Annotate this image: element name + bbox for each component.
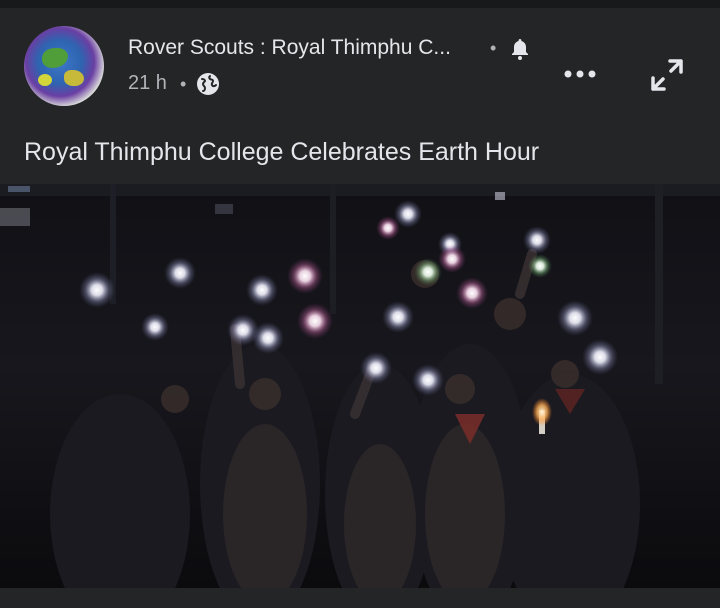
- earth-hour-photo: [0, 184, 720, 588]
- post-header: Rover Scouts : Royal Thimphu C... • 21 h…: [0, 8, 720, 184]
- globe-icon: [197, 73, 219, 95]
- post-caption: Royal Thimphu College Celebrates Earth H…: [24, 138, 540, 166]
- post-video[interactable]: [0, 184, 720, 588]
- page-avatar[interactable]: [24, 26, 104, 106]
- post-footer: [0, 588, 720, 608]
- expand-icon[interactable]: [648, 56, 686, 94]
- post-timestamp[interactable]: 21 h: [128, 72, 167, 95]
- separator-dot: •: [490, 38, 497, 58]
- page-name-link[interactable]: Rover Scouts : Royal Thimphu C...: [128, 36, 451, 60]
- separator-dot: •: [180, 74, 187, 94]
- more-icon[interactable]: [562, 64, 598, 84]
- top-divider: [0, 0, 720, 8]
- bell-icon[interactable]: [508, 37, 532, 61]
